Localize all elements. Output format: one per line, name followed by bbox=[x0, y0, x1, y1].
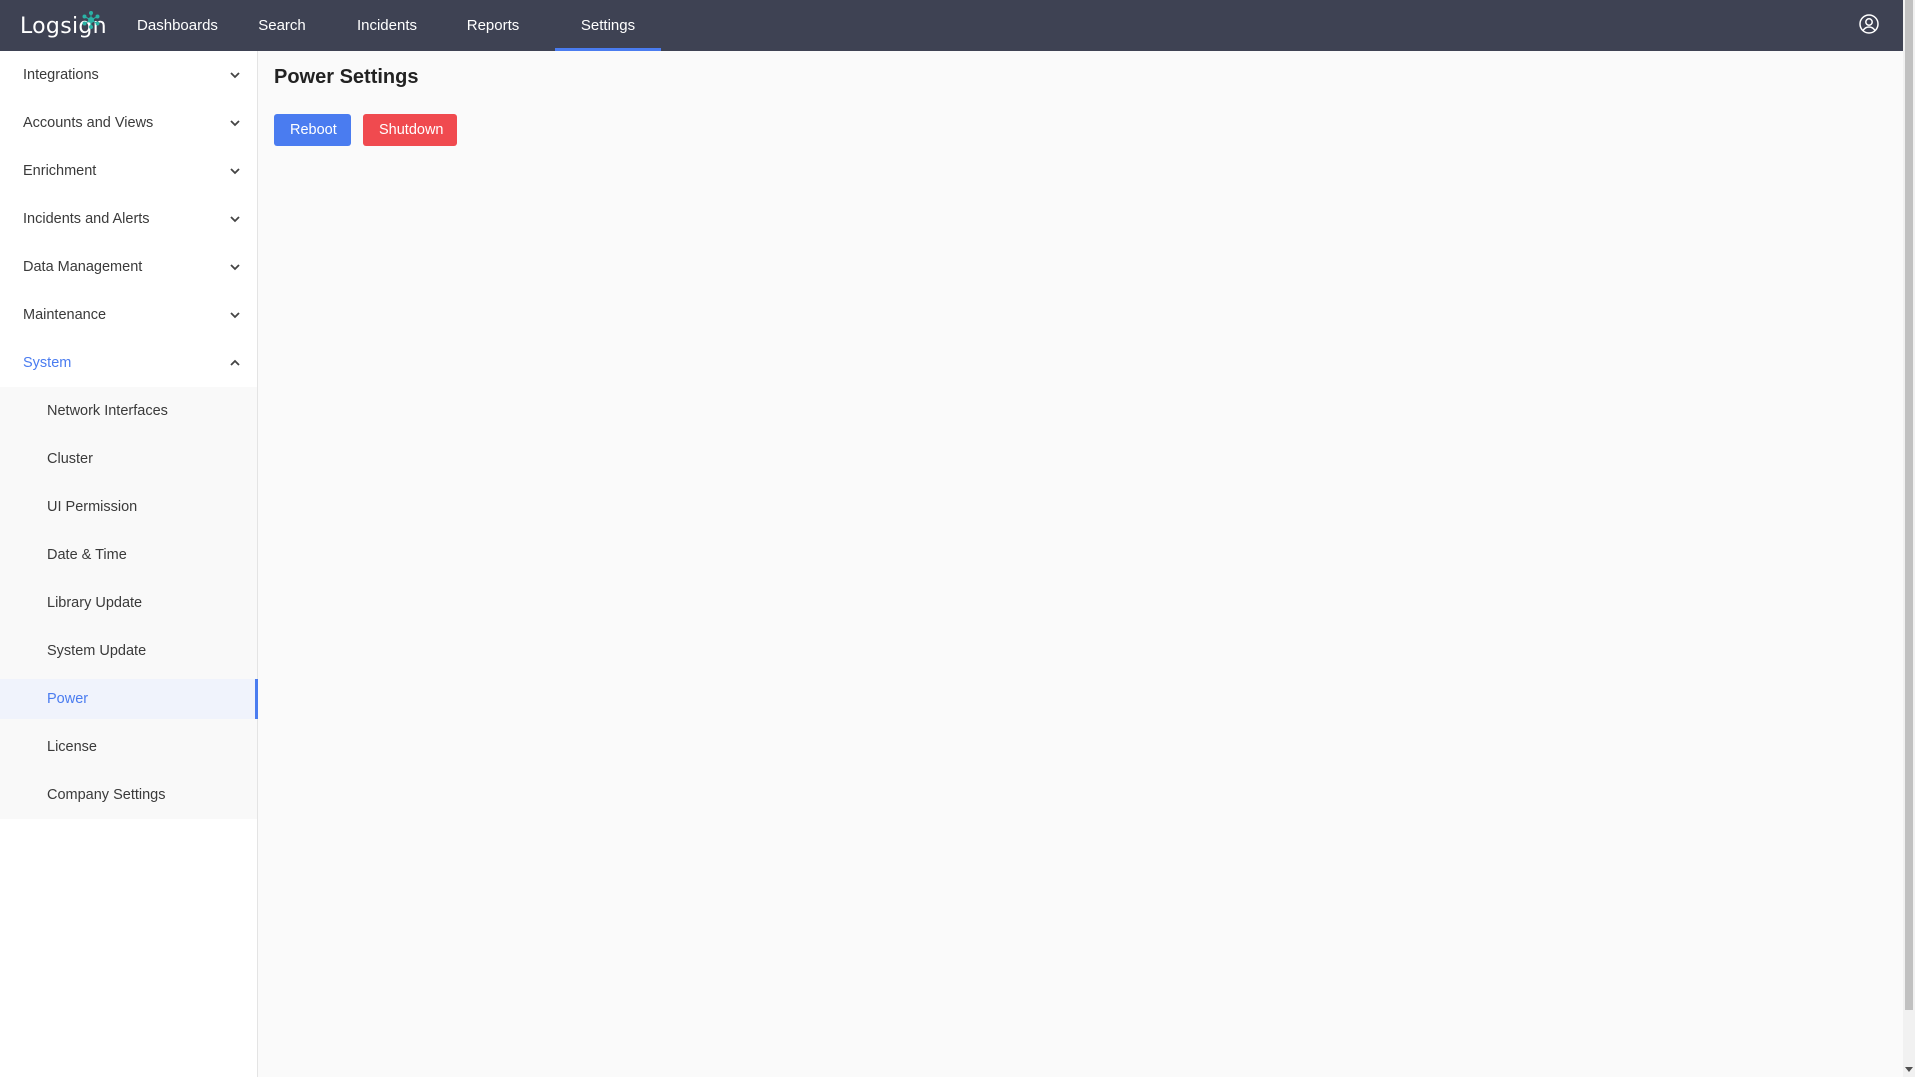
chevron-down-icon bbox=[230, 216, 240, 223]
nav-label: Search bbox=[258, 17, 306, 34]
sidebar-item-cluster[interactable]: Cluster bbox=[0, 435, 257, 483]
power-actions: Reboot Shutdown bbox=[274, 114, 457, 146]
logo[interactable]: Logsign bbox=[20, 6, 107, 46]
sidebar-group-integrations[interactable]: Integrations bbox=[0, 51, 257, 99]
reboot-button[interactable]: Reboot bbox=[274, 114, 351, 146]
nav-dashboards[interactable]: Dashboards bbox=[114, 0, 241, 51]
nav-label: Reports bbox=[466, 17, 520, 34]
sidebar-item-ui-permission[interactable]: UI Permission bbox=[0, 483, 257, 531]
nav-reports[interactable]: Reports bbox=[451, 0, 535, 51]
sidebar-item-label: Network Interfaces bbox=[47, 403, 168, 419]
top-navbar: Logsign Dashboards Search Incidents Repo… bbox=[0, 0, 1903, 51]
sidebar-item-label: UI Permission bbox=[47, 499, 138, 515]
chevron-down-icon bbox=[230, 168, 240, 175]
sidebar-group-maintenance[interactable]: Maintenance bbox=[0, 291, 257, 339]
sidebar-group-system[interactable]: System bbox=[0, 339, 257, 387]
sidebar-item-company-settings[interactable]: Company Settings bbox=[0, 771, 257, 819]
main-content: Power Settings Reboot Shutdown bbox=[274, 66, 457, 146]
logo-mark-icon bbox=[82, 11, 100, 29]
settings-sidebar: Integrations Accounts and Views Enrichme… bbox=[0, 51, 258, 1077]
sidebar-item-label: Library Update bbox=[47, 595, 143, 611]
nav-label: Dashboards bbox=[137, 17, 218, 34]
user-circle-icon[interactable] bbox=[1858, 13, 1880, 35]
sidebar-item-date-time[interactable]: Date & Time bbox=[0, 531, 257, 579]
page-title: Power Settings bbox=[274, 66, 419, 88]
sidebar-group-enrichment[interactable]: Enrichment bbox=[0, 147, 257, 195]
sidebar-item-label: Company Settings bbox=[47, 787, 166, 803]
sidebar-item-system-update[interactable]: System Update bbox=[0, 627, 257, 675]
scrollbar-thumb[interactable] bbox=[1905, 0, 1913, 1010]
sidebar-item-label: Date & Time bbox=[47, 547, 127, 563]
sidebar-group-data-management[interactable]: Data Management bbox=[0, 243, 257, 291]
system-submenu: Network Interfaces Cluster UI Permission… bbox=[0, 387, 258, 819]
sidebar-item-label: Power bbox=[47, 691, 89, 707]
sidebar-group-label: Enrichment bbox=[23, 163, 97, 179]
page-scrollbar[interactable] bbox=[1903, 0, 1915, 1077]
sidebar-group-label: Integrations bbox=[23, 67, 99, 83]
sidebar-item-network-interfaces[interactable]: Network Interfaces bbox=[0, 387, 257, 435]
nav-incidents[interactable]: Incidents bbox=[323, 0, 451, 51]
sidebar-group-label: Accounts and Views bbox=[23, 115, 154, 131]
chevron-down-icon bbox=[230, 120, 240, 127]
chevron-down-icon bbox=[230, 264, 240, 271]
sidebar-group-label: Incidents and Alerts bbox=[23, 211, 150, 227]
sidebar-group-accounts-and-views[interactable]: Accounts and Views bbox=[0, 99, 257, 147]
sidebar-item-label: Cluster bbox=[47, 451, 93, 467]
sidebar-item-power[interactable]: Power bbox=[0, 679, 258, 719]
sidebar-group-incidents-and-alerts[interactable]: Incidents and Alerts bbox=[0, 195, 257, 243]
sidebar-item-license[interactable]: License bbox=[0, 723, 257, 771]
nav-label: Settings bbox=[580, 17, 636, 34]
chevron-up-icon bbox=[230, 359, 240, 366]
chevron-down-icon bbox=[230, 312, 240, 319]
chevron-down-icon bbox=[230, 72, 240, 79]
sidebar-group-label: Maintenance bbox=[23, 307, 107, 323]
nav-settings[interactable]: Settings bbox=[555, 0, 661, 51]
sidebar-group-label: System bbox=[23, 355, 72, 371]
nav-label: Incidents bbox=[356, 17, 418, 34]
nav-search[interactable]: Search bbox=[241, 0, 323, 51]
sidebar-item-library-update[interactable]: Library Update bbox=[0, 579, 257, 627]
sidebar-item-label: System Update bbox=[47, 643, 147, 659]
main-nav: Dashboards Search Incidents Reports Sett… bbox=[114, 0, 661, 51]
shutdown-button[interactable]: Shutdown bbox=[363, 114, 457, 146]
triangle-down-icon bbox=[1905, 1067, 1913, 1072]
sidebar-group-label: Data Management bbox=[23, 259, 143, 275]
sidebar-item-label: License bbox=[47, 739, 97, 755]
scroll-down-arrow-icon[interactable] bbox=[1903, 1063, 1915, 1077]
